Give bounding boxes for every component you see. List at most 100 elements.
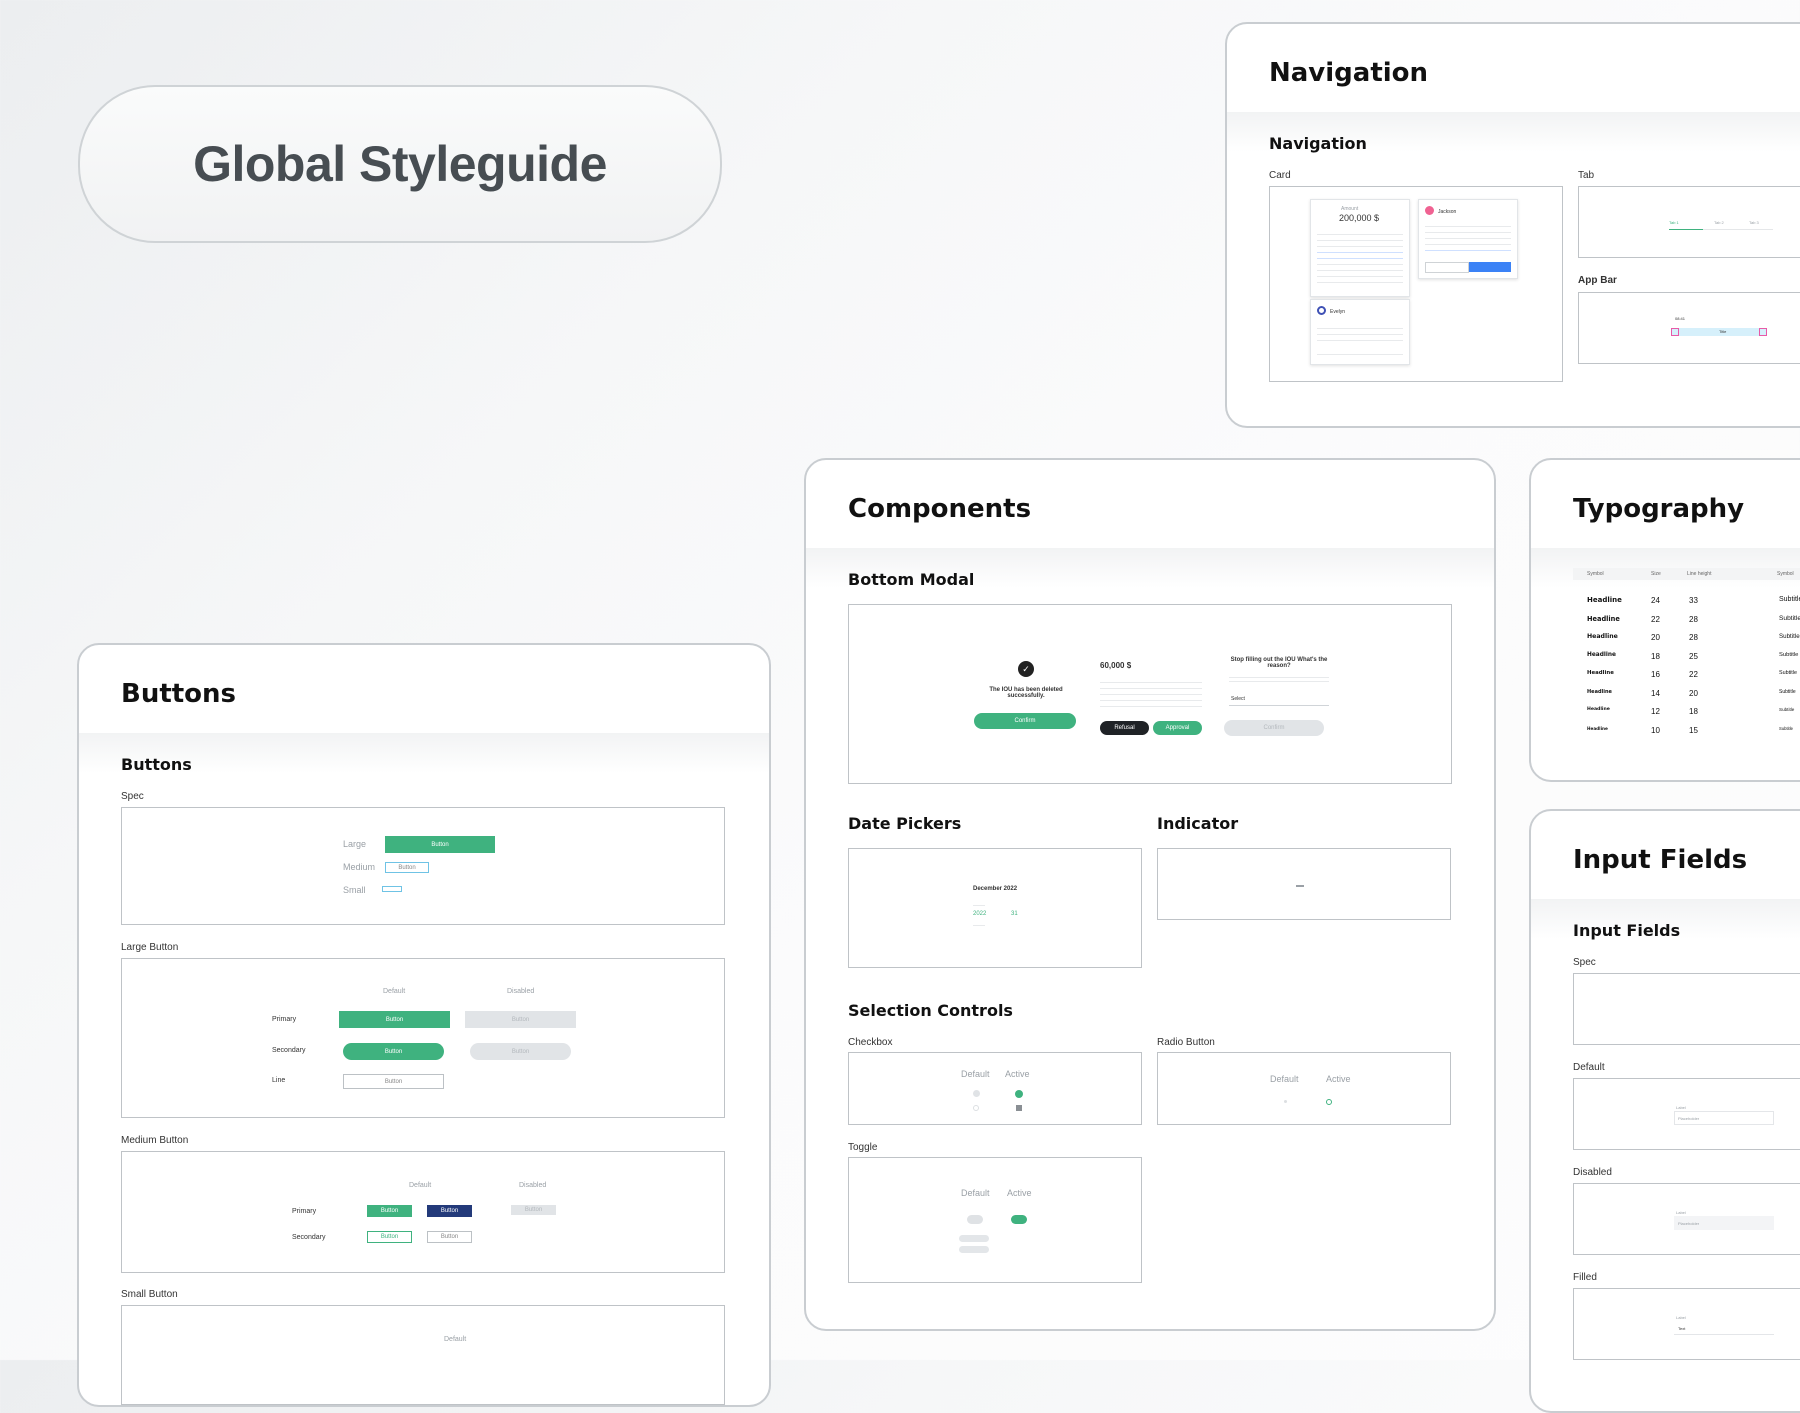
secondary-medium-button[interactable]: Button [367,1231,412,1243]
type-size: 14 [1651,688,1660,698]
spec-frame: Large Medium Small Button Button [121,807,725,925]
date-picker-frame: December 2022 2022 31 [848,848,1142,968]
back-icon[interactable] [1671,328,1679,336]
card-evelyn[interactable]: Evelyn [1310,299,1410,365]
day-value[interactable]: 31 [1011,911,1018,917]
type-subtitle: Subtitle [1779,614,1800,622]
card-frame: Amount 200,000 $ Jackson Evelyn [1269,186,1563,382]
toggle-default[interactable] [967,1215,983,1224]
section-title: Buttons [121,755,192,774]
components-board: Components Bottom Modal ✓ The IOU has be… [804,458,1496,1331]
appbar-frame: 08:41 Title [1578,292,1800,364]
primary-medium-button[interactable]: Button [367,1205,412,1217]
avatar [1425,206,1434,215]
confirm-disabled-button[interactable]: Confirm [1224,720,1324,736]
small-spec-button[interactable] [382,886,402,892]
input-filled-field[interactable] [1674,1321,1774,1335]
tab-label: Tab [1578,170,1595,181]
type-subtitle: Subtitle [1779,651,1799,658]
secondary-large-disabled-button[interactable]: Button [470,1043,571,1060]
section-title: Bottom Modal [848,570,975,589]
modal-question: Stop filling out the IOU What's the reas… [1230,657,1328,669]
primary-medium-disabled-button[interactable]: Button [511,1205,556,1215]
checkbox-active-square[interactable] [1016,1105,1022,1111]
radio-active[interactable] [1326,1099,1332,1105]
blue-button[interactable] [1469,262,1511,272]
line-large-button[interactable]: Button [343,1074,444,1089]
board-header: Buttons [121,679,237,709]
type-size: 22 [1651,614,1660,624]
checkbox-default-square[interactable] [973,1105,979,1111]
section-title: Selection Controls [848,1001,1013,1020]
tab-2[interactable]: Tab 2 [1714,220,1724,225]
card-amount-value: 200,000 $ [1339,213,1380,223]
input-fields-board: Input Fields Input Fields Spec Default L… [1529,809,1800,1413]
tab-frame: Tab 1 Tab 2 Tab 3 [1578,186,1800,258]
card-name: Evelyn [1330,309,1346,315]
appbar-title: Title [1719,329,1727,334]
month-label: December 2022 [973,886,1018,892]
tab-underline [1669,229,1703,230]
type-size: 24 [1651,596,1660,605]
input-default-frame: Label Placeholder [1573,1078,1800,1150]
input-disabled-frame: Label Placeholder [1573,1183,1800,1255]
type-style-name: Headline [1587,707,1610,712]
confirm-button[interactable]: Confirm [974,713,1076,729]
type-size: 10 [1651,725,1660,735]
section-title: Navigation [1269,134,1367,153]
primary-large-button[interactable]: Button [339,1011,450,1028]
radio-default[interactable] [1284,1100,1287,1103]
small-button-label: Small Button [121,1289,178,1300]
success-text: The IOU has been deleted successfully. [989,687,1063,699]
large-button-frame: Default Disabled Primary Secondary Line … [121,958,725,1118]
type-line-height: 28 [1689,614,1698,624]
select-placeholder: Select [1231,696,1245,702]
disabled-label: Disabled [1573,1167,1612,1178]
check-icon: ✓ [1018,661,1034,677]
type-style-name: Headline [1587,725,1608,731]
medium-button-label: Medium Button [121,1135,189,1146]
refusal-button[interactable]: Refusal [1100,721,1149,735]
outline-button[interactable] [1425,262,1469,273]
card-label: Card [1269,170,1291,181]
type-subtitle: Subtitle [1779,707,1795,712]
tab-3[interactable]: Tab 3 [1749,220,1759,225]
type-size: 12 [1651,707,1660,716]
primary-large-disabled-button[interactable]: Button [465,1011,576,1028]
navigation-board: Navigation Navigation Card Tab App Bar A… [1225,22,1800,428]
section-title: Date Pickers [848,814,962,833]
card-amount[interactable]: Amount 200,000 $ [1310,199,1410,297]
section-title: Input Fields [1573,921,1681,940]
type-subtitle: Subtitle [1779,725,1793,731]
radio-label: Radio Button [1157,1037,1215,1048]
status-time: 08:41 [1675,316,1686,321]
secondary-medium-line-button[interactable]: Button [427,1231,472,1243]
card-jackson[interactable]: Jackson [1418,199,1518,279]
board-header: Navigation [1269,58,1429,88]
action-icon[interactable] [1759,328,1767,336]
modal-amount: 60,000 $ [1100,661,1132,670]
type-line-height: 20 [1689,688,1698,698]
medium-spec-button[interactable]: Button [385,862,429,873]
checkbox-default[interactable] [973,1090,980,1097]
checkbox-frame: Default Active [848,1052,1142,1125]
board-header: Typography [1573,494,1745,524]
type-subtitle: Subtitle [1779,596,1800,603]
large-spec-button[interactable]: Button [385,836,495,853]
typography-board: Typography Symbol Size Line height Symbo… [1529,458,1800,782]
tab-1[interactable]: Tab 1 [1669,220,1679,225]
type-style-name: Headline [1587,670,1614,676]
approval-button[interactable]: Approval [1153,721,1202,735]
secondary-large-button[interactable]: Button [343,1043,444,1060]
spec-label: Spec [1573,957,1596,968]
type-line-height: 25 [1689,651,1698,661]
board-header: Input Fields [1573,845,1748,875]
small-button-frame: Default [121,1305,725,1405]
toggle-label: Toggle [848,1142,878,1153]
type-line-height: 18 [1689,707,1698,716]
checkbox-active[interactable] [1015,1090,1023,1098]
primary-medium-navy-button[interactable]: Button [427,1205,472,1217]
year-value[interactable]: 2022 [973,911,986,917]
type-size: 16 [1651,670,1660,679]
toggle-active[interactable] [1011,1215,1027,1224]
